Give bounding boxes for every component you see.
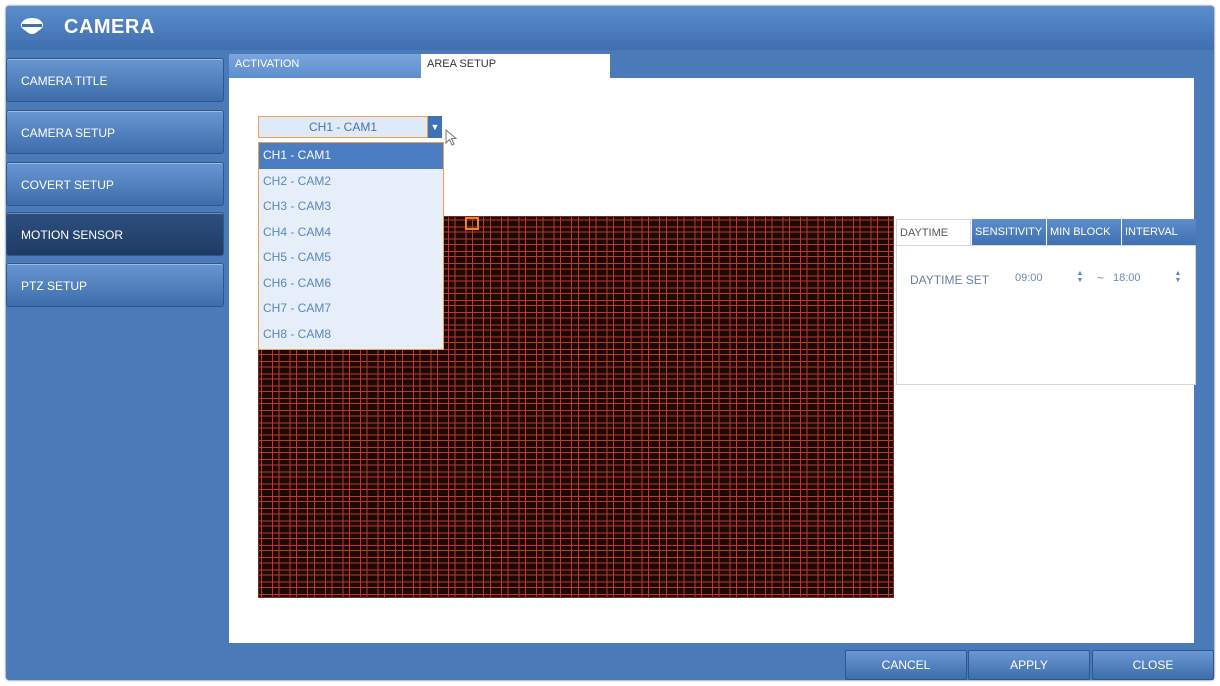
daytime-set-label: DAYTIME SET bbox=[910, 273, 990, 287]
daytime-start-field[interactable]: 09:00 ▲ ▼ bbox=[1012, 266, 1088, 290]
apply-button[interactable]: APPLY bbox=[968, 650, 1090, 680]
camera-icon bbox=[20, 17, 44, 39]
channel-option[interactable]: CH4 - CAM4 bbox=[259, 220, 443, 246]
close-button[interactable]: CLOSE bbox=[1092, 650, 1214, 680]
time-range-separator: ~ bbox=[1097, 271, 1105, 285]
tab-interval[interactable]: INTERVAL bbox=[1121, 219, 1196, 246]
cancel-button[interactable]: CANCEL bbox=[845, 650, 967, 680]
channel-option[interactable]: CH3 - CAM3 bbox=[259, 194, 443, 220]
spinner-icon[interactable]: ▲ ▼ bbox=[1076, 270, 1084, 284]
chevron-down-icon[interactable]: ▼ bbox=[428, 116, 442, 138]
channel-option[interactable]: CH5 - CAM5 bbox=[259, 245, 443, 271]
channel-option[interactable]: CH6 - CAM6 bbox=[259, 271, 443, 297]
grid-cell-cursor bbox=[465, 217, 479, 230]
channel-option[interactable]: CH8 - CAM8 bbox=[259, 322, 443, 348]
sidebar-item-ptz-setup[interactable]: PTZ SETUP bbox=[6, 263, 224, 307]
title-bar: CAMERA bbox=[6, 6, 1214, 50]
mouse-pointer-icon bbox=[444, 128, 464, 153]
tab-daytime[interactable]: DAYTIME bbox=[896, 219, 971, 246]
sidebar-item-camera-title[interactable]: CAMERA TITLE bbox=[6, 58, 224, 102]
sidebar-item-motion-sensor[interactable]: MOTION SENSOR bbox=[6, 212, 224, 256]
daytime-end-field[interactable]: 18:00 ▲ ▼ bbox=[1110, 266, 1186, 290]
sidebar-item-camera-setup[interactable]: CAMERA SETUP bbox=[6, 110, 224, 154]
tab-activation[interactable]: ACTIVATION bbox=[229, 54, 421, 80]
tab-area-setup[interactable]: AREA SETUP bbox=[421, 54, 610, 80]
channel-option[interactable]: CH7 - CAM7 bbox=[259, 296, 443, 322]
channel-select[interactable]: CH1 - CAM1 bbox=[258, 116, 428, 138]
sidebar-item-covert-setup[interactable]: COVERT SETUP bbox=[6, 162, 224, 206]
channel-option[interactable]: CH2 - CAM2 bbox=[259, 169, 443, 195]
tab-min-block[interactable]: MIN BLOCK bbox=[1046, 219, 1121, 246]
channel-dropdown: CH1 - CAM1 CH2 - CAM2 CH3 - CAM3 CH4 - C… bbox=[258, 142, 444, 350]
channel-option[interactable]: CH1 - CAM1 bbox=[259, 143, 443, 169]
daytime-end-value: 18:00 bbox=[1113, 272, 1141, 284]
spinner-icon[interactable]: ▲ ▼ bbox=[1174, 270, 1182, 284]
tab-sensitivity[interactable]: SENSITIVITY bbox=[971, 219, 1046, 246]
window-title: CAMERA bbox=[64, 16, 155, 38]
daytime-start-value: 09:00 bbox=[1015, 272, 1043, 284]
